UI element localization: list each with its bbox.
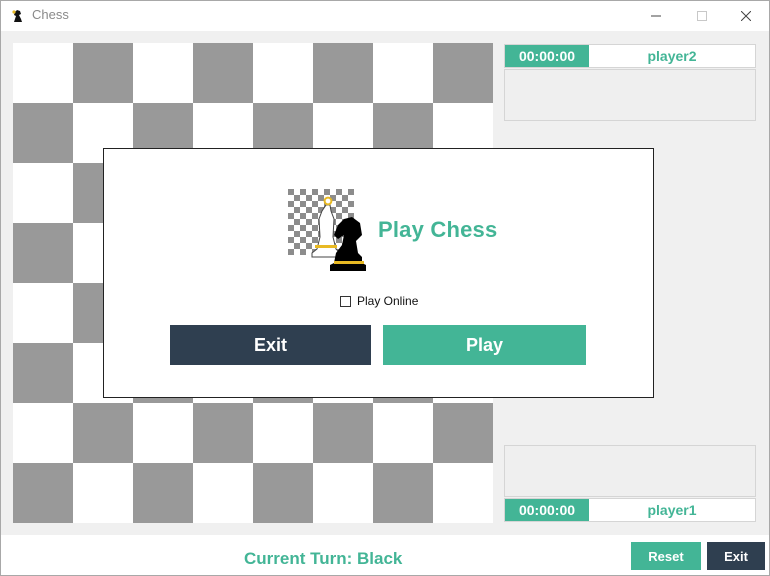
player1-captured-pieces [504, 445, 756, 497]
logo-check [348, 201, 354, 207]
maximize-icon [697, 11, 707, 21]
board-square[interactable] [133, 463, 193, 523]
board-square[interactable] [13, 103, 73, 163]
board-square[interactable] [13, 43, 73, 103]
logo-check [300, 249, 306, 255]
logo-check [348, 189, 354, 195]
board-square[interactable] [13, 343, 73, 403]
logo-check [294, 207, 300, 213]
player2-panel: 00:00:00 player2 [504, 44, 756, 68]
chess-knight-icon [12, 10, 22, 22]
logo-check [306, 195, 312, 201]
logo-check [336, 189, 342, 195]
logo-check [288, 237, 294, 243]
board-square[interactable] [13, 403, 73, 463]
start-dialog: Play Chess Play Online Exit Play [103, 148, 654, 398]
player1-name: player1 [647, 502, 697, 518]
player1-timer: 00:00:00 [505, 499, 589, 521]
logo-check [336, 213, 342, 219]
board-square[interactable] [73, 43, 133, 103]
close-button[interactable] [723, 1, 769, 31]
board-square[interactable] [73, 403, 133, 463]
logo-check [300, 225, 306, 231]
logo-check [288, 249, 294, 255]
board-square[interactable] [373, 43, 433, 103]
maximize-button[interactable] [679, 1, 725, 31]
play-online-option[interactable]: Play Online [340, 294, 418, 308]
title-bar: Chess [1, 1, 769, 31]
board-square[interactable] [433, 43, 493, 103]
board-square[interactable] [373, 403, 433, 463]
board-square[interactable] [13, 163, 73, 223]
current-turn-label: Current Turn: Black [244, 549, 403, 568]
minimize-button[interactable] [633, 1, 679, 31]
board-square[interactable] [433, 463, 493, 523]
board-square[interactable] [313, 463, 373, 523]
dialog-play-button[interactable]: Play [383, 325, 586, 365]
logo-check [294, 231, 300, 237]
player1-panel: 00:00:00 player1 [504, 498, 756, 522]
board-square[interactable] [253, 43, 313, 103]
board-square[interactable] [133, 43, 193, 103]
minimize-icon [651, 15, 661, 17]
logo-check [306, 243, 312, 249]
board-square[interactable] [13, 283, 73, 343]
logo-check [288, 213, 294, 219]
logo-check [288, 225, 294, 231]
logo-check [306, 231, 312, 237]
logo-check [306, 207, 312, 213]
board-square[interactable] [13, 223, 73, 283]
logo-check [300, 201, 306, 207]
close-icon [741, 11, 751, 21]
board-square[interactable] [193, 463, 253, 523]
player2-timer: 00:00:00 [505, 45, 589, 67]
logo-check [306, 219, 312, 225]
dialog-exit-button[interactable]: Exit [170, 325, 371, 365]
board-square[interactable] [73, 463, 133, 523]
status-bar: Current Turn: Black Reset Exit [1, 535, 769, 575]
logo-check [294, 219, 300, 225]
dialog-title: Play Chess [378, 217, 498, 242]
logo-check [294, 243, 300, 249]
logo-check [294, 195, 300, 201]
logo-check [342, 195, 348, 201]
window-title: Chess [32, 7, 69, 22]
player2-name: player2 [647, 48, 697, 64]
logo-check [336, 201, 342, 207]
chess-window: Chess 00:00:00 player2 00:00:00 player1 … [0, 0, 770, 576]
board-square[interactable] [253, 403, 313, 463]
play-online-checkbox[interactable] [340, 295, 351, 307]
reset-button[interactable]: Reset [631, 542, 701, 570]
logo-check [312, 237, 318, 243]
logo-check [300, 189, 306, 195]
board-square[interactable] [193, 43, 253, 103]
board-square[interactable] [133, 403, 193, 463]
logo-check [312, 225, 318, 231]
board-square[interactable] [373, 463, 433, 523]
board-square[interactable] [253, 463, 313, 523]
logo-check [342, 207, 348, 213]
player2-captured-pieces [504, 69, 756, 121]
logo-check [324, 189, 330, 195]
exit-button[interactable]: Exit [707, 542, 765, 570]
play-online-label: Play Online [357, 294, 419, 308]
board-square[interactable] [313, 403, 373, 463]
chess-logo-icon [288, 189, 366, 271]
logo-check [288, 189, 294, 195]
logo-check [300, 237, 306, 243]
board-square[interactable] [193, 403, 253, 463]
board-square[interactable] [13, 463, 73, 523]
board-square[interactable] [313, 43, 373, 103]
logo-check [318, 195, 324, 201]
logo-check [312, 213, 318, 219]
logo-check [312, 201, 318, 207]
logo-check [288, 201, 294, 207]
board-square[interactable] [433, 403, 493, 463]
logo-check [300, 213, 306, 219]
logo-check [312, 189, 318, 195]
